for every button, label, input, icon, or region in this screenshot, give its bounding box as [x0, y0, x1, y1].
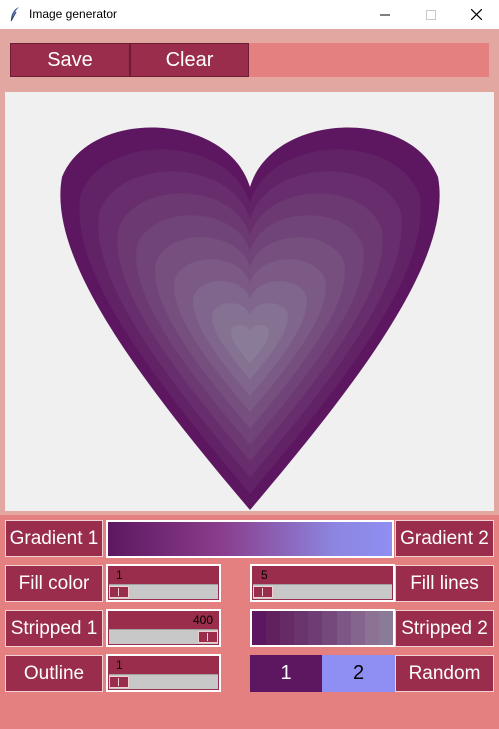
stripped1-scale-value: 400: [192, 613, 213, 627]
fill-color-scale-value: 1: [116, 568, 123, 582]
selector-1-button[interactable]: 1: [250, 655, 322, 692]
selector-2-button[interactable]: 2: [322, 655, 395, 692]
minimize-button[interactable]: [362, 0, 408, 29]
gradient1-button[interactable]: Gradient 1: [5, 520, 103, 557]
fill-color-button[interactable]: Fill color: [5, 565, 103, 602]
fill-lines-scale-value: 5: [261, 568, 268, 582]
scale-slider-handle[interactable]: [109, 586, 129, 598]
feather-icon: [10, 7, 19, 22]
fill-lines-scale[interactable]: 5: [250, 564, 395, 602]
scale-slider-handle[interactable]: [109, 676, 129, 688]
save-button[interactable]: Save: [10, 43, 130, 77]
scale-slider-handle[interactable]: [198, 631, 218, 643]
stripe-swatch: [322, 611, 337, 645]
outline-scale[interactable]: 1: [106, 654, 221, 692]
drawing-canvas[interactable]: [5, 92, 494, 511]
minimize-icon: [380, 14, 390, 15]
stripe-swatch: [336, 611, 351, 645]
outline-button[interactable]: Outline: [5, 655, 103, 692]
scale-trough: [253, 584, 392, 599]
gradient-preview: [106, 520, 394, 558]
close-icon: [470, 9, 482, 20]
heart-drawing: [60, 127, 440, 510]
fill-lines-button[interactable]: Fill lines: [395, 565, 494, 602]
stripe-swatch: [280, 611, 295, 645]
maximize-icon: [426, 9, 436, 20]
stripe-swatch: [364, 611, 379, 645]
random-button[interactable]: Random: [395, 655, 494, 692]
window-title: Image generator: [29, 7, 118, 21]
stripe-swatch: [308, 611, 323, 645]
gradient2-button[interactable]: Gradient 2: [395, 520, 494, 557]
stripped1-button[interactable]: Stripped 1: [5, 610, 103, 647]
fill-color-scale[interactable]: 1: [106, 564, 221, 602]
stripped2-button[interactable]: Stripped 2: [395, 610, 494, 647]
maximize-button[interactable]: [408, 0, 454, 29]
stripe-swatch: [266, 611, 281, 645]
stripe-preview: [250, 609, 395, 647]
clear-button[interactable]: Clear: [130, 43, 249, 77]
scale-slider-handle[interactable]: [253, 586, 273, 598]
stripe-swatch: [350, 611, 365, 645]
stripe-swatch: [378, 611, 393, 645]
title-bar: Image generator: [0, 0, 499, 29]
outline-scale-value: 1: [116, 658, 123, 672]
close-button[interactable]: [453, 0, 499, 29]
stripe-swatch: [294, 611, 309, 645]
stripe-swatch: [252, 611, 267, 645]
stripped1-scale[interactable]: 400: [106, 609, 221, 647]
